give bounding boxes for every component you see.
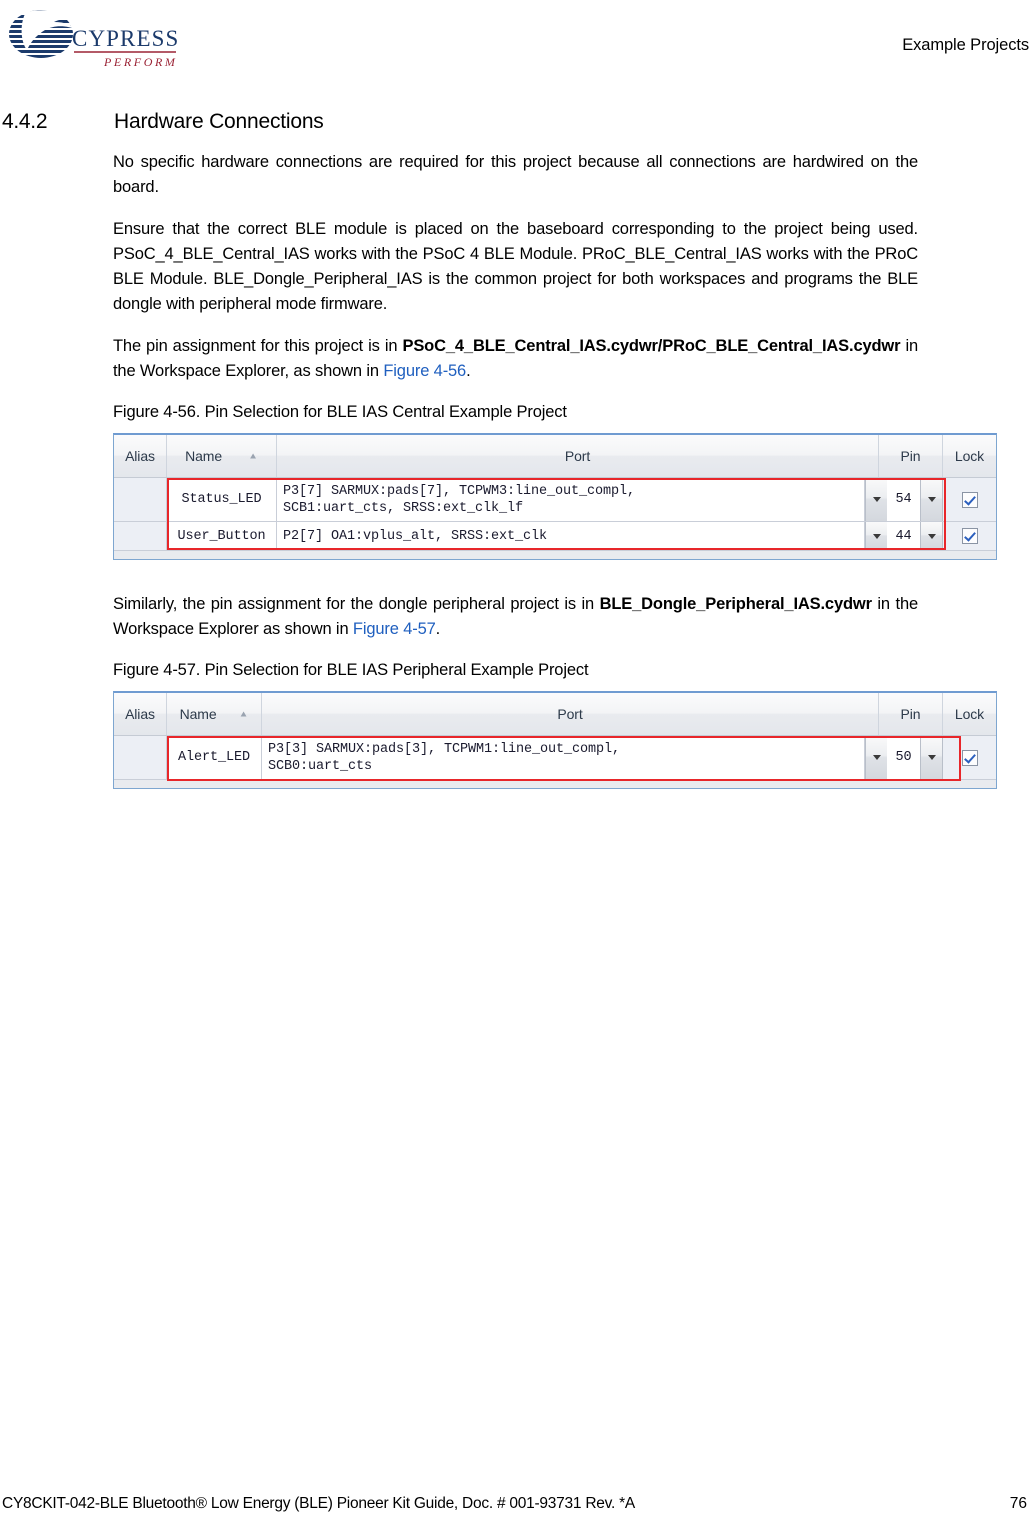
column-header-port[interactable]: Port [262,693,879,735]
cydwr-file-proc: PRoC_BLE_Central_IAS.cydwr [662,337,901,355]
footer-page-number: 76 [1009,1495,1027,1512]
cell-port[interactable]: P3[3] SARMUX:pads[3], TCPWM1:line_out_co… [262,736,865,779]
paragraph-ble-module: Ensure that the correct BLE module is pl… [113,220,918,313]
cypress-logo: CYPRESS PERFORM [8,8,178,80]
lock-checkbox[interactable] [961,749,978,766]
pin-dropdown-arrow-icon[interactable] [920,522,943,550]
paragraph-hardware-intro: No specific hardware connections are req… [113,153,918,196]
column-header-alias[interactable]: Alias [114,435,167,477]
footer-document-info: CY8CKIT-042-BLE Bluetooth® Low Energy (B… [2,1495,635,1512]
table-row[interactable]: Status_LED P3[7] SARMUX:pads[7], TCPWM3:… [114,478,996,522]
cell-port[interactable]: P3[7] SARMUX:pads[7], TCPWM3:line_out_co… [277,478,865,521]
table-header-row: Alias Name ▲ Port Pin Lock [114,435,996,478]
page-header: CYPRESS PERFORM Example Projects [0,0,1031,95]
cell-name[interactable]: Status_LED [167,478,277,521]
page-footer: CY8CKIT-042-BLE Bluetooth® Low Energy (B… [0,1492,1031,1516]
header-title: Example Projects [902,36,1029,54]
pin-selection-table-central: Alias Name ▲ Port Pin Lock Status_LED P3… [113,433,997,560]
cell-pin[interactable]: 44 [887,522,920,550]
cross-reference-figure-4-56[interactable]: Figure 4-56 [383,362,466,380]
column-header-port[interactable]: Port [277,435,879,477]
column-header-pin[interactable]: Pin [879,693,943,735]
cell-lock[interactable] [943,478,996,521]
cell-name[interactable]: Alert_LED [167,736,262,779]
pin-dropdown-arrow-icon[interactable] [920,736,943,779]
column-header-name[interactable]: Name ▲ [167,693,262,735]
cydwr-file-psoc: PSoC_4_BLE_Central_IAS.cydwr/ [402,337,663,355]
cell-pin[interactable]: 54 [887,478,920,521]
svg-text:PERFORM: PERFORM [103,55,178,69]
table-bottom-strip [114,550,996,559]
cell-lock[interactable] [943,522,996,550]
cell-alias[interactable] [114,736,167,779]
cypress-logo-icon: CYPRESS PERFORM [9,10,178,69]
section-heading: 4.4.2 Hardware Connections [0,110,1031,134]
column-header-alias[interactable]: Alias [114,693,167,735]
pin-assign-text-a: The pin assignment for this project is i… [113,337,403,355]
cell-port[interactable]: P2[7] OA1:vplus_alt, SRSS:ext_clk [277,522,865,550]
table-body: Status_LED P3[7] SARMUX:pads[7], TCPWM3:… [114,478,996,550]
peripheral-text-a: Similarly, the pin assignment for the do… [113,595,600,613]
cell-pin[interactable]: 50 [887,736,920,779]
pin-selection-table-peripheral: Alias Name ▲ Port Pin Lock Alert_LED P3[… [113,691,997,789]
cydwr-file-dongle: BLE_Dongle_Peripheral_IAS.cydwr [599,595,872,613]
lock-checkbox[interactable] [961,491,978,508]
column-header-lock[interactable]: Lock [943,693,996,735]
cell-alias[interactable] [114,522,167,550]
port-dropdown-arrow-icon[interactable] [865,522,887,550]
figure-caption-4-56: Figure 4-56. Pin Selection for BLE IAS C… [113,403,567,421]
table-row[interactable]: Alert_LED P3[3] SARMUX:pads[3], TCPWM1:l… [114,736,996,779]
cell-name[interactable]: User_Button [167,522,277,550]
lock-checkbox[interactable] [961,528,978,544]
column-header-name-label: Name [185,448,223,464]
column-header-lock[interactable]: Lock [943,435,996,477]
pin-assign-text-c: . [466,362,471,380]
port-dropdown-arrow-icon[interactable] [865,478,887,521]
cross-reference-figure-4-57[interactable]: Figure 4-57 [353,620,436,638]
column-header-name[interactable]: Name ▲ [167,435,277,477]
sort-ascending-icon: ▲ [248,451,258,461]
section-title: Hardware Connections [114,110,324,133]
paragraph-pin-assignment-peripheral: Similarly, the pin assignment for the do… [0,592,918,642]
table-bottom-strip [114,779,996,788]
column-header-name-label: Name [179,706,217,722]
cell-alias[interactable] [114,478,167,521]
sort-ascending-icon: ▲ [238,709,249,719]
paragraph-pin-assignment-central: The pin assignment for this project is i… [0,334,918,384]
table-row[interactable]: User_Button P2[7] OA1:vplus_alt, SRSS:ex… [114,522,996,550]
section-number: 4.4.2 [2,110,48,133]
pin-dropdown-arrow-icon[interactable] [920,478,943,521]
column-header-pin[interactable]: Pin [879,435,943,477]
table-body: Alert_LED P3[3] SARMUX:pads[3], TCPWM1:l… [114,736,996,779]
table-header-row: Alias Name ▲ Port Pin Lock [114,693,996,736]
figure-caption-4-57: Figure 4-57. Pin Selection for BLE IAS P… [113,661,589,679]
svg-text:CYPRESS: CYPRESS [72,26,178,51]
port-dropdown-arrow-icon[interactable] [865,736,887,779]
cell-lock[interactable] [943,736,996,779]
page-content: 4.4.2 Hardware Connections No specific h… [0,110,1031,789]
peripheral-text-c: . [435,620,441,638]
